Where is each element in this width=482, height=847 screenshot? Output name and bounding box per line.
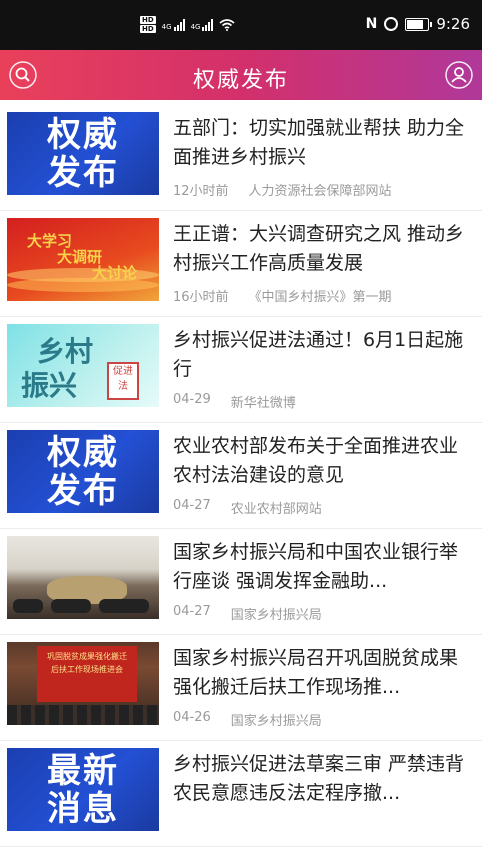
alarm-icon xyxy=(384,17,399,31)
article-item[interactable]: 大学习 大调研 大讨论 王正谱：大兴调查研究之风 推动乡村振兴工作高质量发展 1… xyxy=(0,210,482,317)
article-thumbnail: 权威 发布 xyxy=(7,112,159,195)
nfc-icon: N xyxy=(365,16,378,32)
thumb-text: 消息 xyxy=(47,788,119,829)
article-thumbnail xyxy=(7,536,159,619)
thumb-text: 发布 xyxy=(47,470,119,511)
article-thumbnail: 最新 消息 xyxy=(7,748,159,831)
article-item[interactable]: 权威 发布 五部门：切实加强就业帮扶 助力全面推进乡村振兴 12小时前 人力资源社会… xyxy=(0,104,482,211)
article-time: 04-27 xyxy=(173,498,211,513)
page-title: 权威发布 xyxy=(192,68,289,93)
article-time: 16小时前 xyxy=(173,290,229,305)
article-source: 农业农村部网站 xyxy=(230,502,322,517)
article-title: 乡村振兴促进法草案三审 严禁违背农民意愿违反法定程序撤... xyxy=(173,753,465,804)
article-time: 04-26 xyxy=(173,710,211,725)
user-icon[interactable] xyxy=(444,60,474,90)
article-title: 王正谱：大兴调查研究之风 推动乡村振兴工作高质量发展 xyxy=(173,223,465,274)
article-title: 国家乡村振兴局召开巩固脱贫成果强化搬迁后扶工作现场推... xyxy=(173,647,459,698)
article-thumbnail: 巩固脱贫成果强化搬迁 后扶工作现场推进会 xyxy=(7,642,159,725)
net2-label: 4G xyxy=(190,22,201,31)
article-source: 《中国乡村振兴》第一期 xyxy=(248,290,392,305)
article-source: 人力资源社会保障部网站 xyxy=(248,184,392,199)
article-thumbnail: 大学习 大调研 大讨论 xyxy=(7,218,159,301)
signal-2-icon: 4G xyxy=(190,18,214,31)
article-item[interactable]: 权威 发布 农业农村部发布关于全面推进农业农村法治建设的意见 04-27 农业农村部… xyxy=(0,422,482,529)
thumb-text: 后扶工作现场推进会 xyxy=(51,665,123,674)
article-thumbnail: 权威 发布 xyxy=(7,430,159,513)
battery-icon xyxy=(405,17,433,31)
article-title: 农业农村部发布关于全面推进农业农村法治建设的意见 xyxy=(173,435,459,486)
signal-1-icon: 4G xyxy=(161,18,185,31)
status-time: 9:26 xyxy=(436,15,470,33)
thumb-text: 发布 xyxy=(47,152,119,193)
thumb-text: 巩固脱贫成果强化搬迁 xyxy=(47,652,127,661)
net1-label: 4G xyxy=(161,22,172,31)
thumb-text: 振兴 xyxy=(21,369,78,402)
thumb-banner: 巩固脱贫成果强化搬迁 后扶工作现场推进会 xyxy=(37,646,137,702)
status-bar: HD HD 4G 4G N 9:26 xyxy=(0,0,482,50)
article-title: 乡村振兴促进法通过！6月1日起施行 xyxy=(173,329,464,380)
thumb-seal: 促进法 xyxy=(107,362,139,400)
hd-indicator: HD HD xyxy=(140,16,156,33)
article-time: 04-29 xyxy=(173,392,211,407)
article-source: 新华社微博 xyxy=(230,396,296,411)
article-source: 国家乡村振兴局 xyxy=(230,714,322,729)
wifi-icon xyxy=(219,18,235,31)
hd1-label: HD xyxy=(140,16,156,24)
article-thumbnail: 乡村 振兴 促进法 xyxy=(7,324,159,407)
thumb-text: 权威 xyxy=(47,114,119,155)
thumb-text: 权威 xyxy=(47,432,119,473)
article-item[interactable]: 巩固脱贫成果强化搬迁 后扶工作现场推进会 国家乡村振兴局召开巩固脱贫成果强化搬迁… xyxy=(0,634,482,741)
article-time: 12小时前 xyxy=(173,184,229,199)
article-title: 五部门：切实加强就业帮扶 助力全面推进乡村振兴 xyxy=(173,117,465,168)
article-item[interactable]: 最新 消息 乡村振兴促进法草案三审 严禁违背农民意愿违反法定程序撤... xyxy=(0,740,482,847)
article-item[interactable]: 乡村 振兴 促进法 乡村振兴促进法通过！6月1日起施行 04-29 新华社微博 xyxy=(0,316,482,423)
app-header: 权威发布 xyxy=(0,50,482,100)
hd2-label: HD xyxy=(140,25,156,33)
article-title: 国家乡村振兴局和中国农业银行举行座谈 强调发挥金融助... xyxy=(173,541,459,592)
article-source: 国家乡村振兴局 xyxy=(230,608,322,623)
thumb-text: 最新 xyxy=(47,750,119,791)
article-item[interactable]: 国家乡村振兴局和中国农业银行举行座谈 强调发挥金融助... 04-27 国家乡村振… xyxy=(0,528,482,635)
article-time: 04-27 xyxy=(173,604,211,619)
thumb-text: 大讨论 xyxy=(92,264,138,282)
